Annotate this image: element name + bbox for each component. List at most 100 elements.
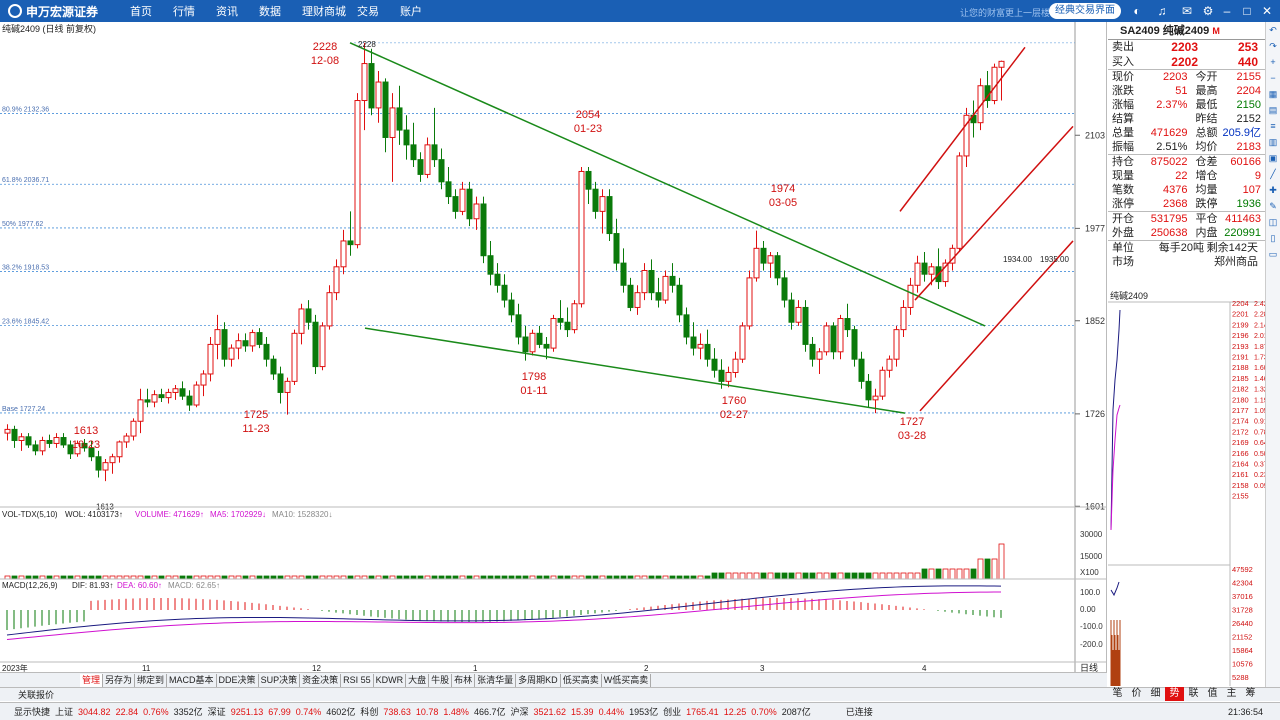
right-tab-6[interactable]: 主 (1222, 687, 1241, 701)
indicator-tab-11[interactable]: 布林 (452, 673, 476, 687)
chart-icon[interactable]: ▥ (1266, 134, 1280, 150)
nav-item-6[interactable]: 账户 (390, 3, 433, 19)
candle-body (662, 275, 669, 301)
right-tab-5[interactable]: 值 (1203, 687, 1222, 701)
forward-arrow-icon[interactable]: ↷ (1266, 38, 1280, 54)
indicator-tab-15[interactable]: W低买高卖 (602, 673, 652, 687)
mini-price-tick: 2164 (1232, 460, 1249, 469)
brand-logo: 申万宏源证券 (0, 0, 110, 22)
indicator-tab-7[interactable]: RSI 55 (341, 673, 374, 687)
logo-mark-icon (8, 4, 22, 18)
kline-chart-svg[interactable]: 纯碱2409 (日线 前复权) 80.9% 2132.36 61.8% 2036.7… (0, 22, 1107, 673)
indicator-tab-0[interactable]: 管理 (80, 673, 104, 687)
candle-body (830, 325, 837, 353)
vol-bar (795, 572, 802, 580)
vol-bar (865, 572, 872, 580)
x-tick-label: 11 (142, 664, 151, 672)
line-icon[interactable]: ╱ (1266, 166, 1280, 182)
indicator-tab-13[interactable]: 多周期KD (516, 673, 561, 687)
main-flag: M (1212, 26, 1220, 36)
box-icon[interactable]: ▣ (1266, 150, 1280, 166)
minimize-icon[interactable]: – (1220, 4, 1234, 18)
right-tab-7[interactable]: 筹 (1241, 687, 1260, 701)
candle-body (613, 233, 620, 264)
index-field: 67.99 (268, 706, 291, 717)
related-quote-label[interactable]: 关联报价 (18, 690, 54, 700)
indicator-tab-3[interactable]: MACD基本 (167, 673, 217, 687)
table-icon[interactable]: ▤ (1266, 102, 1280, 118)
doc-icon[interactable]: ▯ (1266, 230, 1280, 246)
candle-body (907, 284, 914, 308)
quote-value: 1936 (1236, 198, 1261, 210)
shortcut-toggle[interactable]: 显示快捷 (0, 705, 50, 718)
list-icon[interactable]: ≡ (1266, 118, 1280, 134)
quote-value (1138, 112, 1188, 126)
pen-icon[interactable]: ✎ (1266, 198, 1280, 214)
annot-date: 10-23 (72, 439, 100, 451)
related-quote-bar[interactable]: 关联报价 (0, 687, 1280, 701)
zoom-out-icon[interactable]: − (1266, 70, 1280, 86)
right-tab-1[interactable]: 价 (1127, 687, 1146, 701)
indicator-tab-6[interactable]: 资金决策 (300, 673, 342, 687)
candle-body (25, 436, 32, 446)
candle-body (515, 314, 522, 338)
annot-value: 2054 (576, 109, 600, 121)
zoom-in-icon[interactable]: + (1266, 54, 1280, 70)
back-arrow-icon[interactable]: ↶ (1266, 22, 1280, 38)
nav-item-5[interactable]: 交易 (347, 3, 390, 19)
quote-label: 仓差 (1195, 156, 1218, 168)
mini-price-tick: 2169 (1232, 438, 1249, 447)
skin-icon[interactable]: ◐ (1130, 4, 1144, 18)
right-panel-tabs: 笔价细势联值主筹 (1108, 687, 1265, 701)
classic-trading-button[interactable]: 经典交易界面 (1049, 3, 1121, 19)
candle-body (599, 196, 606, 212)
indicator-tab-9[interactable]: 大盘 (406, 673, 430, 687)
right-tab-0[interactable]: 笔 (1108, 687, 1127, 701)
nav-item-4[interactable]: 理财商城 (292, 3, 347, 19)
right-tab-4[interactable]: 联 (1184, 687, 1203, 701)
nav-item-0[interactable]: 首页 (120, 3, 163, 19)
quote-label: 笔数 (1112, 184, 1134, 196)
layers-icon[interactable]: ◫ (1266, 214, 1280, 230)
annot-value: 1613 (74, 425, 98, 437)
indicator-tab-4[interactable]: DDE决策 (217, 673, 259, 687)
nav-item-3[interactable]: 数据 (249, 3, 292, 19)
vol-bar (907, 572, 914, 580)
macd-tick: -100.0 (1080, 622, 1103, 631)
grid-icon[interactable]: ▦ (1266, 86, 1280, 102)
vol-value: VOLUME: 471629↑ (135, 510, 204, 519)
candle-body (634, 292, 641, 308)
kline-chart-panel[interactable]: 纯碱2409 (日线 前复权) 80.9% 2132.36 61.8% 2036.7… (0, 22, 1107, 673)
page-icon[interactable]: ▭ (1266, 246, 1280, 262)
vol-bar (956, 568, 963, 580)
indicator-tab-2[interactable]: 绑定到 (135, 673, 168, 687)
right-tab-2[interactable]: 细 (1146, 687, 1165, 701)
close-icon[interactable]: ✕ (1260, 4, 1274, 18)
index-field: 1765.41 (686, 706, 719, 717)
indicator-tab-10[interactable]: 牛股 (429, 673, 453, 687)
y-tick-label: 1977 (1085, 223, 1105, 233)
indicator-tab-1[interactable]: 另存为 (103, 673, 136, 687)
intraday-mini-chart[interactable]: 纯碱2409 2204 2201 2199 2196 2193 2191 2188 2185 21… (1108, 290, 1268, 686)
candle-body (109, 456, 116, 464)
intraday-mini-svg[interactable]: 纯碱2409 2204 22012199 2196 2193 21912188 2185 21… (1108, 290, 1268, 686)
cross-icon[interactable]: ✚ (1266, 182, 1280, 198)
nav-item-1[interactable]: 行情 (163, 3, 206, 19)
candle-body (214, 329, 221, 345)
mini-price-tick: 2201 (1232, 310, 1249, 319)
settings-icon[interactable]: ⚙ (1201, 4, 1215, 18)
clock: 21:36:54 (1228, 706, 1264, 717)
right-tab-3[interactable]: 势 (1165, 687, 1184, 701)
candle-body (270, 358, 277, 375)
headset-icon[interactable]: ♫ (1155, 4, 1169, 18)
maximize-icon[interactable]: □ (1240, 4, 1254, 18)
indicator-tab-5[interactable]: SUP决策 (259, 673, 301, 687)
indicator-tab-8[interactable]: KDWR (374, 673, 407, 687)
mini-oi-line (1110, 581, 1120, 597)
nav-item-2[interactable]: 资讯 (206, 3, 249, 19)
mail-icon[interactable]: ✉ (1180, 4, 1194, 18)
fib-label: 23.6% 1845.42 (2, 319, 49, 326)
buy-price: 2202 (1171, 55, 1198, 69)
indicator-tab-12[interactable]: 张清华量 (475, 673, 517, 687)
indicator-tab-14[interactable]: 低买高卖 (561, 673, 602, 687)
